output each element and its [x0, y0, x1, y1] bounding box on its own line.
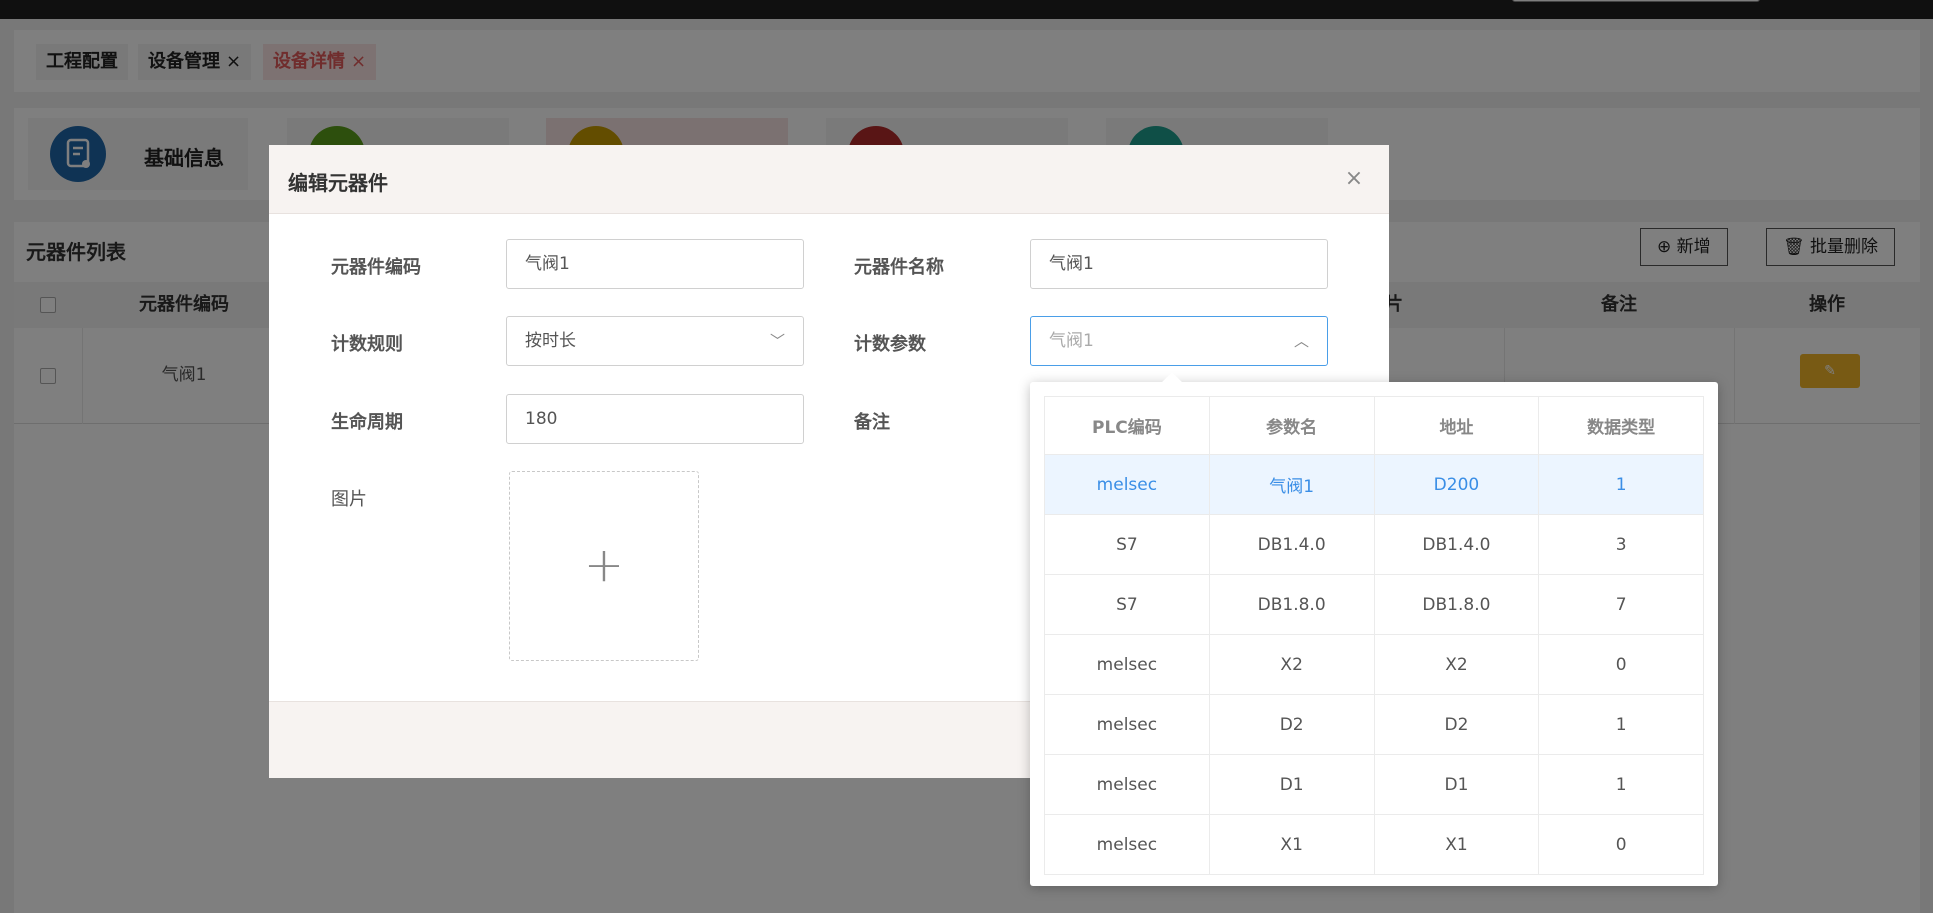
cell-param-name: X1 [1208, 814, 1375, 875]
cell-plc-code: melsec [1044, 634, 1210, 695]
close-icon[interactable]: × [1342, 167, 1366, 191]
header-data-type: 数据类型 [1538, 396, 1704, 455]
param-row[interactable]: S7 DB1.4.0 DB1.4.0 3 [1044, 514, 1704, 575]
param-table: PLC编码 参数名 地址 数据类型 melsec 气阀1 D200 1 S7 D… [1044, 396, 1704, 875]
chevron-down-icon: ﹀ [769, 332, 785, 350]
image-label: 图片 [331, 489, 367, 510]
cell-plc-code: melsec [1044, 694, 1210, 755]
code-input[interactable]: 气阀1 [506, 239, 804, 289]
code-value: 气阀1 [525, 254, 570, 274]
cell-plc-code: melsec [1044, 754, 1210, 815]
param-label: 计数参数 [854, 334, 926, 355]
header-plc-code: PLC编码 [1044, 396, 1210, 455]
plus-icon: + [583, 537, 625, 593]
cell-param-name: X2 [1208, 634, 1375, 695]
dialog-title: 编辑元器件 [288, 171, 388, 195]
param-row[interactable]: melsec D1 D1 1 [1044, 754, 1704, 815]
chevron-up-icon: ︿ [1293, 332, 1309, 350]
rule-value: 按时长 [525, 331, 576, 351]
cell-address: X1 [1373, 814, 1540, 875]
cell-data-type: 7 [1538, 574, 1704, 635]
cell-address: D200 [1373, 454, 1540, 515]
cell-plc-code: melsec [1044, 454, 1210, 515]
param-table-header: PLC编码 参数名 地址 数据类型 [1044, 396, 1704, 455]
cell-data-type: 3 [1538, 514, 1704, 575]
cell-data-type: 0 [1538, 634, 1704, 695]
param-row[interactable]: melsec 气阀1 D200 1 [1044, 454, 1704, 515]
cell-plc-code: melsec [1044, 814, 1210, 875]
cell-address: DB1.8.0 [1373, 574, 1540, 635]
cell-data-type: 1 [1538, 454, 1704, 515]
cell-address: D1 [1373, 754, 1540, 815]
name-label: 元器件名称 [854, 257, 944, 278]
cell-address: D2 [1373, 694, 1540, 755]
rule-label: 计数规则 [331, 334, 403, 355]
cell-param-name: D2 [1208, 694, 1375, 755]
param-select[interactable]: 气阀1 ︿ [1030, 316, 1328, 366]
param-placeholder: 气阀1 [1049, 331, 1094, 351]
name-value: 气阀1 [1049, 254, 1094, 274]
cell-data-type: 1 [1538, 694, 1704, 755]
cell-param-name: DB1.4.0 [1208, 514, 1375, 575]
life-value: 180 [525, 409, 558, 429]
image-upload[interactable]: + [509, 471, 699, 661]
rule-select[interactable]: 按时长 ﹀ [506, 316, 804, 366]
header-param-name: 参数名 [1208, 396, 1375, 455]
param-row[interactable]: S7 DB1.8.0 DB1.8.0 7 [1044, 574, 1704, 635]
dialog-header: 编辑元器件 × [269, 145, 1389, 214]
cell-data-type: 0 [1538, 814, 1704, 875]
cell-address: X2 [1373, 634, 1540, 695]
param-row[interactable]: melsec X1 X1 0 [1044, 814, 1704, 875]
life-label: 生命周期 [331, 412, 403, 433]
param-row[interactable]: melsec D2 D2 1 [1044, 694, 1704, 755]
cell-plc-code: S7 [1044, 514, 1210, 575]
cell-param-name: 气阀1 [1208, 454, 1375, 515]
cell-address: DB1.4.0 [1373, 514, 1540, 575]
name-input[interactable]: 气阀1 [1030, 239, 1328, 289]
remark-label: 备注 [854, 412, 890, 433]
cell-param-name: DB1.8.0 [1208, 574, 1375, 635]
cell-data-type: 1 [1538, 754, 1704, 815]
param-dropdown: PLC编码 参数名 地址 数据类型 melsec 气阀1 D200 1 S7 D… [1030, 372, 1718, 886]
code-label: 元器件编码 [331, 257, 421, 278]
header-address: 地址 [1373, 396, 1540, 455]
param-row[interactable]: melsec X2 X2 0 [1044, 634, 1704, 695]
life-input[interactable]: 180 [506, 394, 804, 444]
cell-param-name: D1 [1208, 754, 1375, 815]
cell-plc-code: S7 [1044, 574, 1210, 635]
